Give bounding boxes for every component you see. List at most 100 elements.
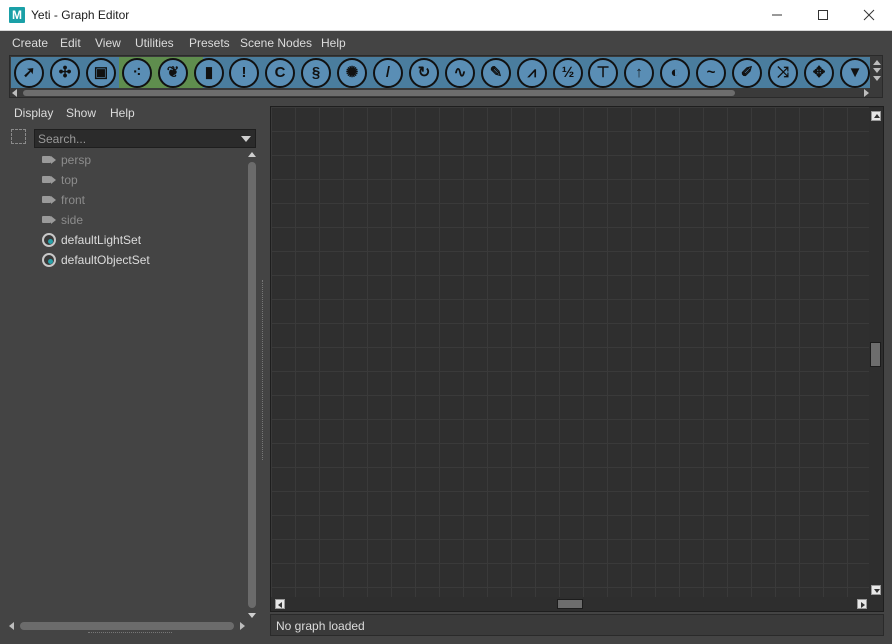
shelf-buttons-area: ➚ ✣ ▣ ⁖ ❦ ▮! C § ✺ / ↻ ∿ ✎ ⩘ ½ ⊤ ↑ ◐ ~ ✐ ⤨ ✥ ▼ [11,57,870,88]
exclamation-icon: ! [241,64,247,81]
title-bar: M Yeti - Graph Editor [0,0,892,31]
shelf-tool-leaves[interactable]: ❦ [158,58,188,88]
camera-icon [42,214,56,226]
shelf-up-arrow-icon[interactable] [873,60,881,65]
window-title: Yeti - Graph Editor [31,8,130,22]
graph-scroll-up-button[interactable] [871,111,881,121]
shelf-tool-arrow-select[interactable]: ➚ [14,58,44,88]
archive-box-icon: ▣ [93,64,109,81]
minimize-icon [772,14,782,16]
maximize-button[interactable] [800,0,846,30]
camera-icon [42,194,56,206]
shelf-tool-up-arrow[interactable]: ↑ [624,58,654,88]
panel-splitter-handle[interactable] [262,280,264,460]
shelf-tool-squiggle[interactable]: ∿ [445,58,475,88]
arrow-down-icon [874,589,880,593]
outliner-hscroll-thumb[interactable] [20,622,234,630]
outliner-item-label: persp [61,153,92,167]
outliner-list: persp top front side defaultLightSet def… [4,150,244,610]
camera-icon [42,154,56,166]
shelf-tool-exclamation[interactable]: ! [229,58,259,88]
move-icon: ✥ [812,64,826,81]
outliner-item-top[interactable]: top [4,170,244,190]
graph-scroll-right-button[interactable] [857,599,867,609]
shelf-tool-archive-box[interactable]: ▣ [86,58,116,88]
spring-icon: § [311,64,321,81]
shelf-tool-comb[interactable]: / [373,58,403,88]
shelf-tool-shuffle[interactable]: ⤨ [768,58,798,88]
shelf-down-arrow-icon[interactable] [873,68,881,73]
outliner-item-front[interactable]: front [4,190,244,210]
outliner-item-defaultobjectset[interactable]: defaultObjectSet [4,250,244,270]
outliner-horizontal-scrollbar[interactable] [8,620,246,632]
shelf-tool-brush[interactable]: ✎ [481,58,511,88]
menu-view[interactable]: View [95,36,121,50]
shelf-tool-signpost[interactable]: ⊤ [588,58,618,88]
outliner-item-defaultlightset[interactable]: defaultLightSet [4,230,244,250]
noise-peaks-icon: ⩘ [527,64,537,81]
shelf-tool-move[interactable]: ✥ [804,58,834,88]
search-input[interactable] [38,131,233,146]
outliner-item-side[interactable]: side [4,210,244,230]
graph-vscroll-thumb[interactable] [870,342,881,367]
search-dropdown-icon[interactable] [241,136,251,142]
search-box [34,129,256,148]
arrow-right-icon [861,602,865,608]
scroll-down-icon[interactable] [248,613,256,618]
outliner-vertical-scrollbar[interactable] [246,150,258,620]
outliner-item-label: side [61,213,84,227]
graph-canvas[interactable] [271,107,869,597]
shelf-scroll-thumb[interactable] [23,90,735,96]
shelf-tool-fur[interactable]: ✺ [337,58,367,88]
filter-toggle-icon[interactable] [11,129,26,144]
menu-utilities[interactable]: Utilities [135,36,174,50]
scroll-left-icon[interactable] [9,622,14,630]
shelf-menu-arrow-icon[interactable] [873,76,881,81]
shelf-tool-puzzle[interactable]: ✣ [50,58,80,88]
outliner-menu-help[interactable]: Help [110,106,135,120]
shelf-tool-curve-c[interactable]: C [265,58,295,88]
outliner-menu-display[interactable]: Display [14,106,53,120]
rotate-icon: ↻ [417,64,431,81]
curve-c-icon: C [274,64,286,81]
close-icon [863,9,875,21]
object-set-icon [42,253,56,267]
shelf-tool-filter-funnel[interactable]: ▼ [840,58,870,88]
shelf-horizontal-scrollbar[interactable] [11,89,870,97]
wave-icon: ~ [706,64,716,81]
pen-icon: ✐ [740,64,754,81]
scroll-up-icon[interactable] [248,152,256,157]
graph-scroll-left-button[interactable] [275,599,285,609]
shelf-scroll-left-icon[interactable] [12,89,17,97]
graph-vertical-scrollbar[interactable] [869,107,883,597]
shelf-scroll-right-icon[interactable] [864,89,869,97]
menu-scene-nodes[interactable]: Scene Nodes [240,36,312,50]
outliner-menu-show[interactable]: Show [66,106,96,120]
shelf-tool-spring[interactable]: § [301,58,331,88]
bottom-resize-grip[interactable] [88,632,172,634]
shelf-tool-noise-peaks[interactable]: ⩘ [517,58,547,88]
shelf-tool-pen[interactable]: ✐ [732,58,762,88]
graph-scroll-down-button[interactable] [871,585,881,595]
scroll-right-icon[interactable] [240,622,245,630]
shelf-tool-rotate[interactable]: ↻ [409,58,439,88]
shelf-tool-wave[interactable]: ~ [696,58,726,88]
menu-edit[interactable]: Edit [60,36,81,50]
menu-presets[interactable]: Presets [189,36,230,50]
minimize-button[interactable] [754,0,800,30]
menu-help[interactable]: Help [321,36,346,50]
object-set-icon [42,233,56,247]
outliner-item-persp[interactable]: persp [4,150,244,170]
shelf-tool-one-half[interactable]: ½ [553,58,583,88]
graph-horizontal-scrollbar[interactable] [271,597,869,611]
shelf-side-scroll[interactable] [871,57,883,88]
shelf-tool-three-dots[interactable]: ⁖ [122,58,152,88]
graph-hscroll-thumb[interactable] [557,599,583,609]
outliner-panel: Display Show Help persp top front side d… [4,100,262,636]
outliner-scroll-thumb[interactable] [248,162,256,608]
filter-funnel-icon: ▼ [847,64,863,81]
shelf-tool-cylinder[interactable]: ▮ [194,58,224,88]
menu-create[interactable]: Create [12,36,48,50]
close-button[interactable] [846,0,892,30]
shelf-tool-moon[interactable]: ◐ [660,58,690,88]
